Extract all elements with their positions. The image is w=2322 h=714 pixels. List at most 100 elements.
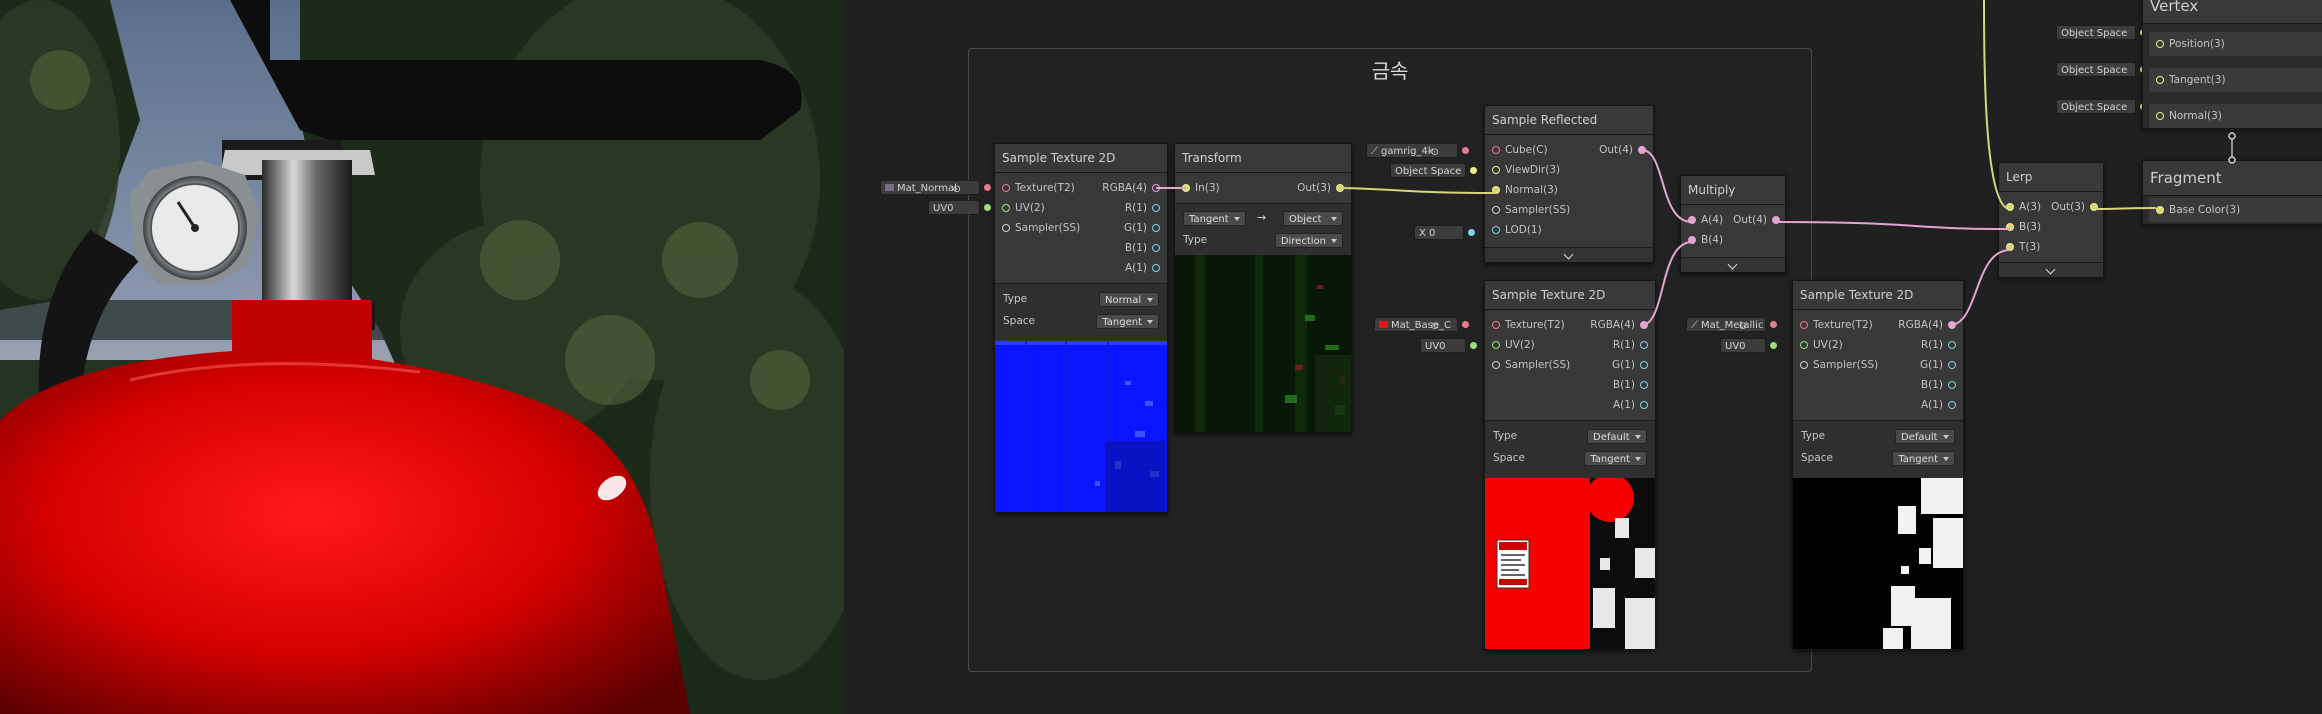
input-port-uv[interactable]: UV(2): [1002, 201, 1045, 215]
input-port-texture[interactable]: Texture(T2): [1492, 318, 1565, 332]
node-multiply[interactable]: Multiply A(4) B(4) Out(4): [1680, 175, 1786, 273]
output-port-g[interactable]: G(1): [1124, 221, 1160, 235]
object-picker-icon[interactable]: ⊙: [1431, 145, 1439, 160]
input-port-normal[interactable]: Normal(3): [2156, 109, 2222, 123]
node-sample-texture-normal[interactable]: Sample Texture 2D Texture(T2) UV(2) Samp…: [994, 143, 1168, 513]
fragment-base-color-block[interactable]: Base Color(3): [2149, 198, 2322, 222]
port-label: R(1): [1920, 339, 1943, 351]
output-port-b[interactable]: B(1): [1125, 241, 1160, 255]
object-picker-icon[interactable]: ⊙: [953, 182, 961, 197]
port-label: Out(4): [1733, 214, 1767, 226]
collapse-chevron-icon[interactable]: [1681, 257, 1785, 272]
collapse-chevron-icon[interactable]: [1999, 262, 2103, 277]
node-lerp[interactable]: Lerp A(3) B(3) T(3) Out(3): [1998, 162, 2104, 278]
output-port-a[interactable]: A(1): [1921, 398, 1956, 412]
output-port-r[interactable]: R(1): [1920, 338, 1956, 352]
vertex-tangent-block[interactable]: Tangent(3): [2149, 68, 2322, 92]
output-port-b[interactable]: B(1): [1921, 378, 1956, 392]
input-port-sampler[interactable]: Sampler(SS): [1492, 203, 1570, 217]
input-port-position[interactable]: Position(3): [2156, 37, 2225, 51]
input-port-in[interactable]: In(3): [1182, 181, 1220, 195]
input-port-t[interactable]: T(3): [2006, 240, 2040, 254]
fragment-title[interactable]: Fragment: [2143, 161, 2322, 196]
type-dropdown[interactable]: Direction: [1274, 233, 1343, 248]
lod-field[interactable]: X 0: [1414, 225, 1475, 240]
lod-value[interactable]: 0: [1429, 228, 1435, 239]
input-port-lod[interactable]: LOD(1): [1492, 223, 1542, 237]
input-port-viewdir[interactable]: ViewDir(3): [1492, 163, 1560, 177]
input-port-tangent[interactable]: Tangent(3): [2156, 73, 2226, 87]
group-title[interactable]: 금속: [969, 55, 1811, 84]
output-port-out[interactable]: Out(3): [2051, 200, 2098, 214]
master-vertex-block[interactable]: Vertex Position(3) Tangent(3) Normal(3): [2142, 0, 2322, 128]
output-port-r[interactable]: R(1): [1125, 201, 1160, 215]
vertex-normal-block[interactable]: Normal(3): [2149, 104, 2322, 128]
input-port-texture[interactable]: Texture(T2): [1800, 318, 1873, 332]
input-port-uv[interactable]: UV(2): [1800, 338, 1843, 352]
vertex-position-space-field[interactable]: Object Space: [2056, 25, 2147, 40]
input-port-uv[interactable]: UV(2): [1492, 338, 1535, 352]
node-sample-texture-metallic[interactable]: Sample Texture 2D Texture(T2) UV(2) Samp…: [1792, 280, 1964, 650]
output-port-g[interactable]: G(1): [1920, 358, 1956, 372]
object-picker-icon[interactable]: ⊙: [1431, 319, 1439, 334]
node-title[interactable]: Sample Texture 2D: [1485, 281, 1655, 310]
from-space-dropdown[interactable]: Tangent: [1183, 211, 1246, 226]
input-port-a[interactable]: A(3): [2006, 200, 2041, 214]
port-dot-icon: [2006, 203, 2014, 211]
to-space-dropdown[interactable]: Object: [1283, 211, 1343, 226]
output-port-r[interactable]: R(1): [1613, 338, 1648, 352]
output-port-rgba[interactable]: RGBA(4): [1898, 318, 1956, 332]
input-port-texture[interactable]: Texture(T2): [1002, 181, 1075, 195]
space-dropdown[interactable]: Tangent: [1892, 451, 1955, 466]
type-dropdown[interactable]: Default: [1895, 429, 1955, 444]
uv-field-metallic[interactable]: UV0: [1720, 338, 1777, 353]
vertex-tangent-space-field[interactable]: Object Space: [2056, 62, 2147, 77]
space-dropdown[interactable]: Tangent: [1096, 314, 1159, 329]
object-picker-icon[interactable]: ⊙: [1739, 319, 1747, 334]
texture-field-metallic[interactable]: ⟋ Mat_Metallic ⊙: [1686, 317, 1777, 334]
output-port-out[interactable]: Out(3): [1297, 181, 1344, 195]
viewdir-space-field[interactable]: Object Space: [1390, 163, 1477, 178]
input-port-sampler[interactable]: Sampler(SS): [1002, 221, 1080, 235]
texture-field-base-color[interactable]: Mat_Base_C ⊙: [1374, 317, 1469, 334]
input-port-base-color[interactable]: Base Color(3): [2156, 203, 2240, 217]
input-port-normal[interactable]: Normal(3): [1492, 183, 1558, 197]
uv-field-label: UV0: [1425, 341, 1446, 352]
output-port-g[interactable]: G(1): [1612, 358, 1648, 372]
node-sample-texture-base-color[interactable]: Sample Texture 2D Texture(T2) UV(2) Samp…: [1484, 280, 1656, 650]
vertex-title[interactable]: Vertex: [2143, 0, 2322, 24]
space-dropdown[interactable]: Tangent: [1584, 451, 1647, 466]
node-title[interactable]: Sample Texture 2D: [1793, 281, 1963, 310]
node-title[interactable]: Multiply: [1681, 176, 1785, 205]
node-transform[interactable]: Transform In(3) Out(3) Tangent → Object …: [1174, 143, 1352, 433]
input-port-sampler[interactable]: Sampler(SS): [1800, 358, 1878, 372]
master-fragment-block[interactable]: Fragment Base Color(3): [2142, 160, 2322, 224]
collapse-chevron-icon[interactable]: [1485, 247, 1653, 262]
output-port-a[interactable]: A(1): [1125, 261, 1160, 275]
node-title[interactable]: Transform: [1175, 144, 1351, 173]
node-title[interactable]: Sample Reflected Cubemap: [1485, 106, 1653, 155]
type-dropdown[interactable]: Normal: [1099, 292, 1159, 307]
vertex-position-block[interactable]: Position(3): [2149, 32, 2322, 56]
shader-graph-canvas[interactable]: 금속 Mat_Normal ⊙ UV0 Sample Texture 2D Te…: [844, 0, 2322, 714]
node-title[interactable]: Lerp: [1999, 163, 2103, 192]
uv-field-normal[interactable]: UV0: [928, 200, 991, 215]
node-sample-reflected-cubemap[interactable]: Sample Reflected Cubemap Cube(C) ViewDir…: [1484, 105, 1654, 263]
texture-field-normal[interactable]: Mat_Normal ⊙: [880, 180, 991, 197]
input-port-b[interactable]: B(4): [1688, 233, 1723, 247]
input-port-sampler[interactable]: Sampler(SS): [1492, 358, 1570, 372]
input-port-b[interactable]: B(3): [2006, 220, 2041, 234]
vertex-normal-space-field[interactable]: Object Space: [2056, 99, 2147, 114]
output-port-rgba[interactable]: RGBA(4): [1102, 181, 1160, 195]
output-port-out[interactable]: Out(4): [1599, 143, 1646, 157]
output-port-a[interactable]: A(1): [1613, 398, 1648, 412]
cubemap-field[interactable]: ⟋ gamrig_4k ⊙: [1366, 143, 1469, 160]
output-port-rgba[interactable]: RGBA(4): [1590, 318, 1648, 332]
node-title[interactable]: Sample Texture 2D: [995, 144, 1167, 173]
output-port-out[interactable]: Out(4): [1733, 213, 1780, 227]
input-port-cube[interactable]: Cube(C): [1492, 143, 1548, 157]
input-port-a[interactable]: A(4): [1688, 213, 1723, 227]
output-port-b[interactable]: B(1): [1613, 378, 1648, 392]
uv-field-base-color[interactable]: UV0: [1420, 338, 1477, 353]
type-dropdown[interactable]: Default: [1587, 429, 1647, 444]
